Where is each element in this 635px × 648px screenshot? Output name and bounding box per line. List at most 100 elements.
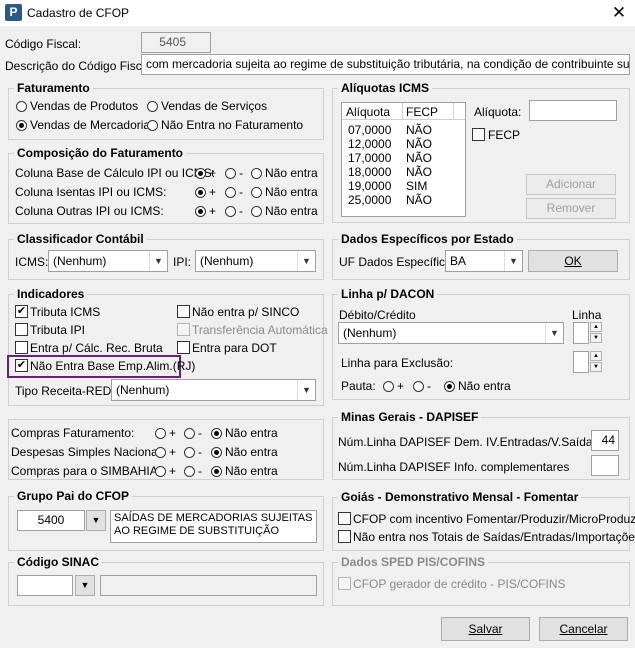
radio-outras-minus[interactable] bbox=[225, 206, 236, 217]
radio-simbahia-nao-entra[interactable] bbox=[211, 466, 222, 477]
radio-isentas-plus[interactable] bbox=[195, 187, 206, 198]
adicionar-button[interactable]: Adicionar bbox=[526, 174, 616, 195]
sinac-dropdown-button[interactable]: ▼ bbox=[75, 575, 95, 596]
radio-vendas-mercadorias[interactable] bbox=[16, 120, 27, 131]
radio-simbahia-minus[interactable] bbox=[184, 466, 195, 477]
label-coluna-base: Coluna Base de Cálculo IPI ou ICMS: bbox=[15, 166, 216, 180]
radio-compras-minus[interactable] bbox=[184, 428, 195, 439]
aliquotas-list[interactable]: Alíquota FECP 07,0000 NÃO 12,0000 NÃO 17… bbox=[341, 102, 466, 217]
chevron-down-icon[interactable]: ▼ bbox=[504, 251, 522, 271]
radio-outras-nao-entra[interactable] bbox=[251, 206, 262, 217]
col-header-fecp[interactable]: FECP bbox=[406, 105, 438, 119]
radio-vendas-servicos[interactable] bbox=[147, 101, 158, 112]
chevron-down-icon[interactable]: ▼ bbox=[297, 251, 315, 271]
exclusao-spinner[interactable]: ▲ ▼ bbox=[573, 351, 603, 373]
row-aliquota[interactable]: 12,0000 bbox=[348, 137, 391, 151]
radio-simbahia-plus[interactable] bbox=[155, 466, 166, 477]
linha-spinner-field[interactable] bbox=[573, 322, 589, 344]
checkbox-tributa-ipi[interactable] bbox=[15, 323, 28, 336]
grupo-pai-dropdown-button[interactable]: ▼ bbox=[86, 510, 106, 531]
row-aliquota[interactable]: 07,0000 bbox=[348, 123, 391, 137]
aliquota-input[interactable] bbox=[529, 100, 617, 121]
checkbox-gerador-credito[interactable] bbox=[338, 577, 351, 590]
row-aliquota[interactable]: 18,0000 bbox=[348, 165, 391, 179]
ipi-select[interactable]: (Nenhum) ▼ bbox=[195, 250, 316, 272]
checkbox-entra-calc-rec-bruta[interactable] bbox=[15, 341, 28, 354]
col-divider bbox=[402, 103, 403, 119]
chevron-down-icon: ▼ bbox=[91, 515, 101, 525]
radio-pauta-minus[interactable] bbox=[413, 381, 424, 392]
checkbox-nao-entra-sinco[interactable] bbox=[177, 305, 190, 318]
radio-base-minus[interactable] bbox=[225, 168, 236, 179]
row-fecp[interactable]: NÃO bbox=[406, 165, 432, 179]
grupo-pai-code-field[interactable]: 5400 bbox=[17, 510, 85, 531]
minas-group: Minas Gerais - DAPISEF Núm.Linha DAPISEF… bbox=[332, 410, 630, 480]
row-fecp[interactable]: SIM bbox=[406, 179, 427, 193]
dapisef-info-field[interactable] bbox=[591, 455, 619, 476]
composicao-group: Composição do Faturamento Coluna Base de… bbox=[8, 146, 324, 224]
radio-despesas-plus[interactable] bbox=[155, 447, 166, 458]
label-nao-entra-faturamento: Não Entra no Faturamento bbox=[161, 118, 304, 132]
row-fecp[interactable]: NÃO bbox=[406, 137, 432, 151]
label-tributa-ipi: Tributa IPI bbox=[30, 323, 85, 337]
radio-base-plus[interactable] bbox=[195, 168, 206, 179]
descricao-field[interactable]: com mercadoria sujeita ao regime de subs… bbox=[141, 54, 630, 75]
col-header-aliquota[interactable]: Alíquota bbox=[346, 105, 390, 119]
uf-select[interactable]: BA ▼ bbox=[445, 250, 523, 272]
icms-select[interactable]: (Nenhum) ▼ bbox=[48, 250, 168, 272]
chevron-down-icon[interactable]: ▼ bbox=[297, 380, 315, 400]
checkbox-tributa-icms[interactable]: ✔ bbox=[15, 305, 28, 318]
radio-pauta-plus[interactable] bbox=[383, 381, 394, 392]
radio-despesas-minus[interactable] bbox=[184, 447, 195, 458]
checkbox-nao-entra-totais[interactable] bbox=[338, 530, 351, 543]
chevron-down-icon[interactable]: ▼ bbox=[545, 323, 563, 343]
col-divider bbox=[453, 103, 454, 119]
debito-credito-select[interactable]: (Nenhum) ▼ bbox=[338, 322, 564, 344]
spin-up-icon[interactable]: ▲ bbox=[590, 322, 602, 332]
checkbox-transferencia[interactable] bbox=[177, 323, 190, 336]
salvar-button[interactable]: Salvar bbox=[441, 617, 530, 641]
checkbox-nao-entra-base[interactable]: ✔ bbox=[15, 359, 28, 372]
checkbox-cfop-incentivo[interactable] bbox=[338, 512, 351, 525]
radio-outras-plus[interactable] bbox=[195, 206, 206, 217]
radio-nao-entra-faturamento[interactable] bbox=[147, 120, 158, 131]
label-linha: Linha bbox=[572, 308, 602, 322]
radio-despesas-nao-entra[interactable] bbox=[211, 447, 222, 458]
spin-down-icon[interactable]: ▼ bbox=[590, 333, 602, 343]
radio-vendas-produtos[interactable] bbox=[16, 101, 27, 112]
row-fecp[interactable]: NÃO bbox=[406, 193, 432, 207]
chevron-down-icon: ▼ bbox=[80, 580, 90, 590]
sinac-code-field[interactable] bbox=[17, 575, 73, 596]
window-title: Cadastro de CFOP bbox=[27, 6, 130, 20]
row-aliquota[interactable]: 17,0000 bbox=[348, 151, 391, 165]
radio-compras-plus[interactable] bbox=[155, 428, 166, 439]
row-aliquota[interactable]: 19,0000 bbox=[348, 179, 391, 193]
codigo-fiscal-field[interactable]: 5405 bbox=[141, 32, 211, 53]
spin-up-icon[interactable]: ▲ bbox=[590, 351, 602, 361]
exclusao-spinner-field[interactable] bbox=[573, 351, 589, 373]
linha-spinner[interactable]: ▲ ▼ bbox=[573, 322, 603, 344]
label-coluna-outras: Coluna Outras IPI ou ICMS: bbox=[15, 204, 164, 218]
checkbox-entra-dot[interactable] bbox=[177, 341, 190, 354]
row-aliquota[interactable]: 25,0000 bbox=[348, 193, 391, 207]
radio-isentas-nao-entra[interactable] bbox=[251, 187, 262, 198]
label-vendas-servicos: Vendas de Serviços bbox=[161, 99, 268, 113]
cancelar-button[interactable]: Cancelar bbox=[539, 617, 628, 641]
tipo-receita-select[interactable]: (Nenhum) ▼ bbox=[111, 379, 316, 401]
radio-base-nao-entra[interactable] bbox=[251, 168, 262, 179]
label-outras-nao-entra: Não entra bbox=[265, 204, 318, 218]
ok-button[interactable]: OK bbox=[528, 250, 618, 272]
label-despesas-plus: + bbox=[169, 445, 177, 459]
spin-down-icon[interactable]: ▼ bbox=[590, 362, 602, 372]
indicadores-title: Indicadores bbox=[14, 287, 88, 301]
chevron-down-icon[interactable]: ▼ bbox=[149, 251, 167, 271]
radio-pauta-nao-entra[interactable] bbox=[444, 381, 455, 392]
row-fecp[interactable]: NÃO bbox=[406, 151, 432, 165]
radio-compras-nao-entra[interactable] bbox=[211, 428, 222, 439]
dapisef-dem-field[interactable]: 44 bbox=[591, 430, 619, 451]
close-icon[interactable]: ✕ bbox=[604, 1, 634, 25]
checkbox-fecp[interactable] bbox=[472, 128, 485, 141]
row-fecp[interactable]: NÃO bbox=[406, 123, 432, 137]
remover-button[interactable]: Remover bbox=[526, 198, 616, 219]
radio-isentas-minus[interactable] bbox=[225, 187, 236, 198]
